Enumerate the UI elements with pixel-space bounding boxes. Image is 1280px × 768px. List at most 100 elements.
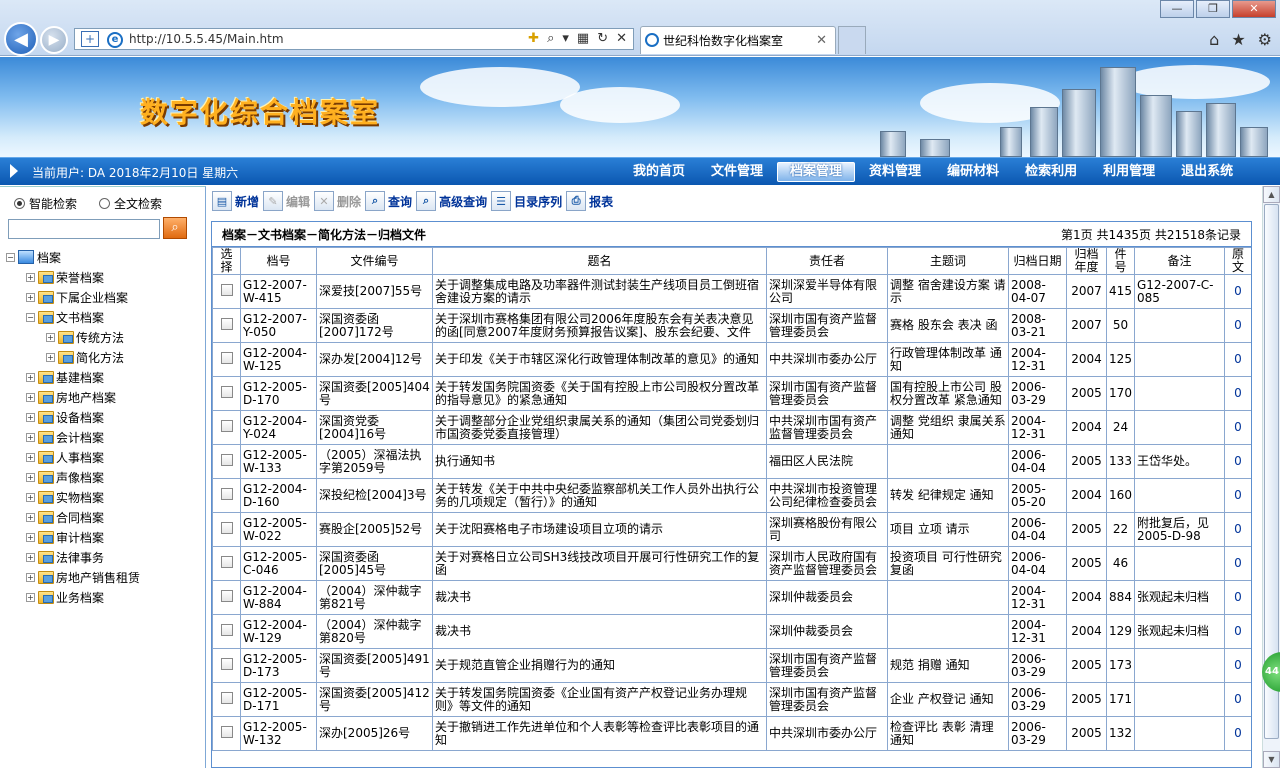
tree-item[interactable]: + 人事档案 <box>6 447 202 467</box>
back-button[interactable]: ◀ <box>4 22 38 56</box>
compat-icon[interactable]: ✚ <box>528 31 539 46</box>
expand-icon[interactable]: + <box>26 472 35 482</box>
row-checkbox[interactable] <box>220 522 233 534</box>
expand-icon[interactable]: + <box>26 452 35 462</box>
cell-title[interactable]: 关于转发国务院国资委《企业国有资产产权登记业务办理规则》等文件的通知 <box>432 682 767 717</box>
nav-item-3[interactable]: 资料管理 <box>857 158 933 186</box>
tree-item[interactable]: + 合同档案 <box>6 507 202 527</box>
table-row[interactable]: G12-2005-D-171 深国资委[2005]412号 关于转发国务院国资委《企… <box>212 682 1251 717</box>
compat-plus-icon[interactable]: + <box>81 31 99 47</box>
cell-original-count[interactable]: 0 <box>1224 444 1251 479</box>
home-icon[interactable]: ⌂ <box>1209 30 1219 49</box>
table-row[interactable]: G12-2005-W-133 （2005）深福法执字第2059号 执行通知书 福田区人… <box>212 444 1251 479</box>
tree-item[interactable]: − 文书档案 <box>6 307 202 327</box>
refresh-icon[interactable]: ↻ <box>597 31 608 46</box>
expand-icon[interactable]: + <box>26 572 35 582</box>
delete-button[interactable]: ✕ 删除 <box>314 191 361 211</box>
tree-root[interactable]: − 档案 <box>6 247 202 267</box>
new-button[interactable]: ▤ 新增 <box>212 191 259 211</box>
table-row[interactable]: G12-2005-W-022 赛股企[2005]52号 关于沈阳赛格电子市场建设项目… <box>212 512 1251 547</box>
address-bar[interactable]: + e http://10.5.5.45/Main.htm ✚ ⌕ ▾ ▦ ↻ … <box>74 28 634 50</box>
cell-title[interactable]: 关于深圳市赛格集团有限公司2006年度股东会有关表决意见的函[同意2007年度财… <box>432 308 767 343</box>
table-row[interactable]: G12-2007-Y-050 深国资委函[2007]172号 关于深圳市赛格集团有限… <box>212 308 1251 343</box>
scroll-up-button[interactable]: ▲ <box>1263 186 1280 203</box>
radio-unselected-icon[interactable] <box>99 198 111 209</box>
cell-title[interactable]: 关于规范直管企业捐赠行为的通知 <box>432 648 767 683</box>
expand-icon[interactable]: + <box>26 512 35 522</box>
row-checkbox[interactable] <box>220 488 233 500</box>
cell-title[interactable]: 关于撤销进工作先进单位和个人表彰等检查评比表彰项目的通知 <box>432 716 767 751</box>
table-row[interactable]: G12-2005-C-046 深国资委函[2005]45号 关于对赛格日立公司SH3… <box>212 546 1251 581</box>
radio-fulltext-search[interactable]: 全文检索 <box>99 195 162 212</box>
stop-icon[interactable]: ✕ <box>616 31 627 46</box>
cell-title[interactable]: 关于对赛格日立公司SH3线技改项目开展可行性研究工作的复函 <box>432 546 767 581</box>
nav-item-0[interactable]: 我的首页 <box>621 158 697 186</box>
row-checkbox[interactable] <box>220 624 233 636</box>
tree-item[interactable]: + 下属企业档案 <box>6 287 202 307</box>
maximize-button[interactable]: ❐ <box>1196 0 1230 18</box>
expand-icon[interactable]: + <box>26 372 35 382</box>
cell-original-count[interactable]: 0 <box>1224 716 1251 751</box>
cell-title[interactable]: 关于转发国务院国资委《关于国有控股上市公司股权分置改革的指导意见》的紧急通知 <box>432 376 767 411</box>
scroll-down-button[interactable]: ▼ <box>1263 751 1280 768</box>
catalog-button[interactable]: ☰ 目录序列 <box>491 191 562 211</box>
collapse-icon[interactable]: − <box>26 312 35 322</box>
cell-title[interactable]: 关于转发《关于中共中央纪委监察部机关工作人员外出执行公务的几项规定（暂行）》的通… <box>432 478 767 513</box>
cell-title[interactable]: 关于调整部分企业党组织隶属关系的通知（集团公司党委划归市国资委党委直接管理） <box>432 410 767 445</box>
cell-original-count[interactable]: 0 <box>1224 342 1251 377</box>
forward-button[interactable]: ▶ <box>40 26 68 54</box>
advanced-query-button[interactable]: ⌕ 高级查询 <box>416 191 487 211</box>
table-row[interactable]: G12-2004-Y-024 深国资党委[2004]16号 关于调整部分企业党组织隶… <box>212 410 1251 445</box>
table-row[interactable]: G12-2005-W-132 深办[2005]26号 关于撤销进工作先进单位和个人表… <box>212 716 1251 751</box>
expand-icon[interactable]: + <box>26 392 35 402</box>
dropdown-icon[interactable]: ▾ <box>562 31 569 46</box>
sidebar-search-button[interactable]: ⌕ <box>163 217 187 239</box>
tree-item[interactable]: + 房地产档案 <box>6 387 202 407</box>
row-checkbox[interactable] <box>220 726 233 738</box>
cell-original-count[interactable]: 0 <box>1224 410 1251 445</box>
expand-icon[interactable]: + <box>26 292 35 302</box>
query-button[interactable]: ⌕ 查询 <box>365 191 412 211</box>
radio-selected-icon[interactable] <box>14 198 25 209</box>
table-row[interactable]: G12-2004-W-125 深办发[2004]12号 关于印发《关于市辖区深化行政… <box>212 342 1251 377</box>
row-checkbox[interactable] <box>220 692 233 704</box>
row-checkbox[interactable] <box>220 352 233 364</box>
browser-tab[interactable]: 世纪科怡数字化档案室 ✕ <box>640 26 836 54</box>
cell-title[interactable]: 裁决书 <box>432 614 767 649</box>
cell-title[interactable]: 关于印发《关于市辖区深化行政管理体制改革的意见》的通知 <box>432 342 767 377</box>
tree-item[interactable]: + 房地产销售租赁 <box>6 567 202 587</box>
table-row[interactable]: G12-2005-D-173 深国资委[2005]491号 关于规范直管企业捐赠行为… <box>212 648 1251 683</box>
table-row[interactable]: G12-2004-W-884 （2004）深仲裁字第821号 裁决书 深圳仲裁委员会 2… <box>212 580 1251 615</box>
cell-original-count[interactable]: 0 <box>1224 512 1251 547</box>
tree-item[interactable]: + 业务档案 <box>6 587 202 607</box>
new-tab-button[interactable] <box>838 26 866 54</box>
cell-original-count[interactable]: 0 <box>1224 274 1251 309</box>
minimize-button[interactable]: — <box>1160 0 1194 18</box>
collapse-icon[interactable]: − <box>6 252 15 262</box>
nav-item-4[interactable]: 编研材料 <box>935 158 1011 186</box>
row-checkbox[interactable] <box>220 556 233 568</box>
row-checkbox[interactable] <box>220 658 233 670</box>
tree-item[interactable]: + 基建档案 <box>6 367 202 387</box>
search-icon[interactable]: ⌕ <box>547 31 554 46</box>
cell-title[interactable]: 关于调整集成电路及功率器件测试封装生产线项目员工倒班宿舍建设方案的请示 <box>432 274 767 309</box>
tree-item[interactable]: + 会计档案 <box>6 427 202 447</box>
row-checkbox[interactable] <box>220 420 233 432</box>
tree-item[interactable]: + 法律事务 <box>6 547 202 567</box>
tree-item[interactable]: + 传统方法 <box>6 327 202 347</box>
tree-item[interactable]: + 设备档案 <box>6 407 202 427</box>
table-row[interactable]: G12-2004-D-160 深投纪检[2004]3号 关于转发《关于中共中央纪委监… <box>212 478 1251 513</box>
cell-original-count[interactable]: 0 <box>1224 376 1251 411</box>
cell-original-count[interactable]: 0 <box>1224 580 1251 615</box>
compat-view-icon[interactable]: ▦ <box>577 31 589 46</box>
row-checkbox[interactable] <box>220 454 233 466</box>
expand-icon[interactable]: + <box>26 412 35 422</box>
expand-icon[interactable]: + <box>26 552 35 562</box>
nav-item-7[interactable]: 退出系统 <box>1169 158 1245 186</box>
cell-original-count[interactable]: 0 <box>1224 478 1251 513</box>
sidebar-search-input[interactable] <box>8 219 160 239</box>
table-row[interactable]: G12-2004-W-129 （2004）深仲裁字第820号 裁决书 深圳仲裁委员会 2… <box>212 614 1251 649</box>
nav-item-1[interactable]: 文件管理 <box>699 158 775 186</box>
radio-smart-search[interactable]: 智能检索 <box>14 195 77 212</box>
cell-original-count[interactable]: 0 <box>1224 614 1251 649</box>
